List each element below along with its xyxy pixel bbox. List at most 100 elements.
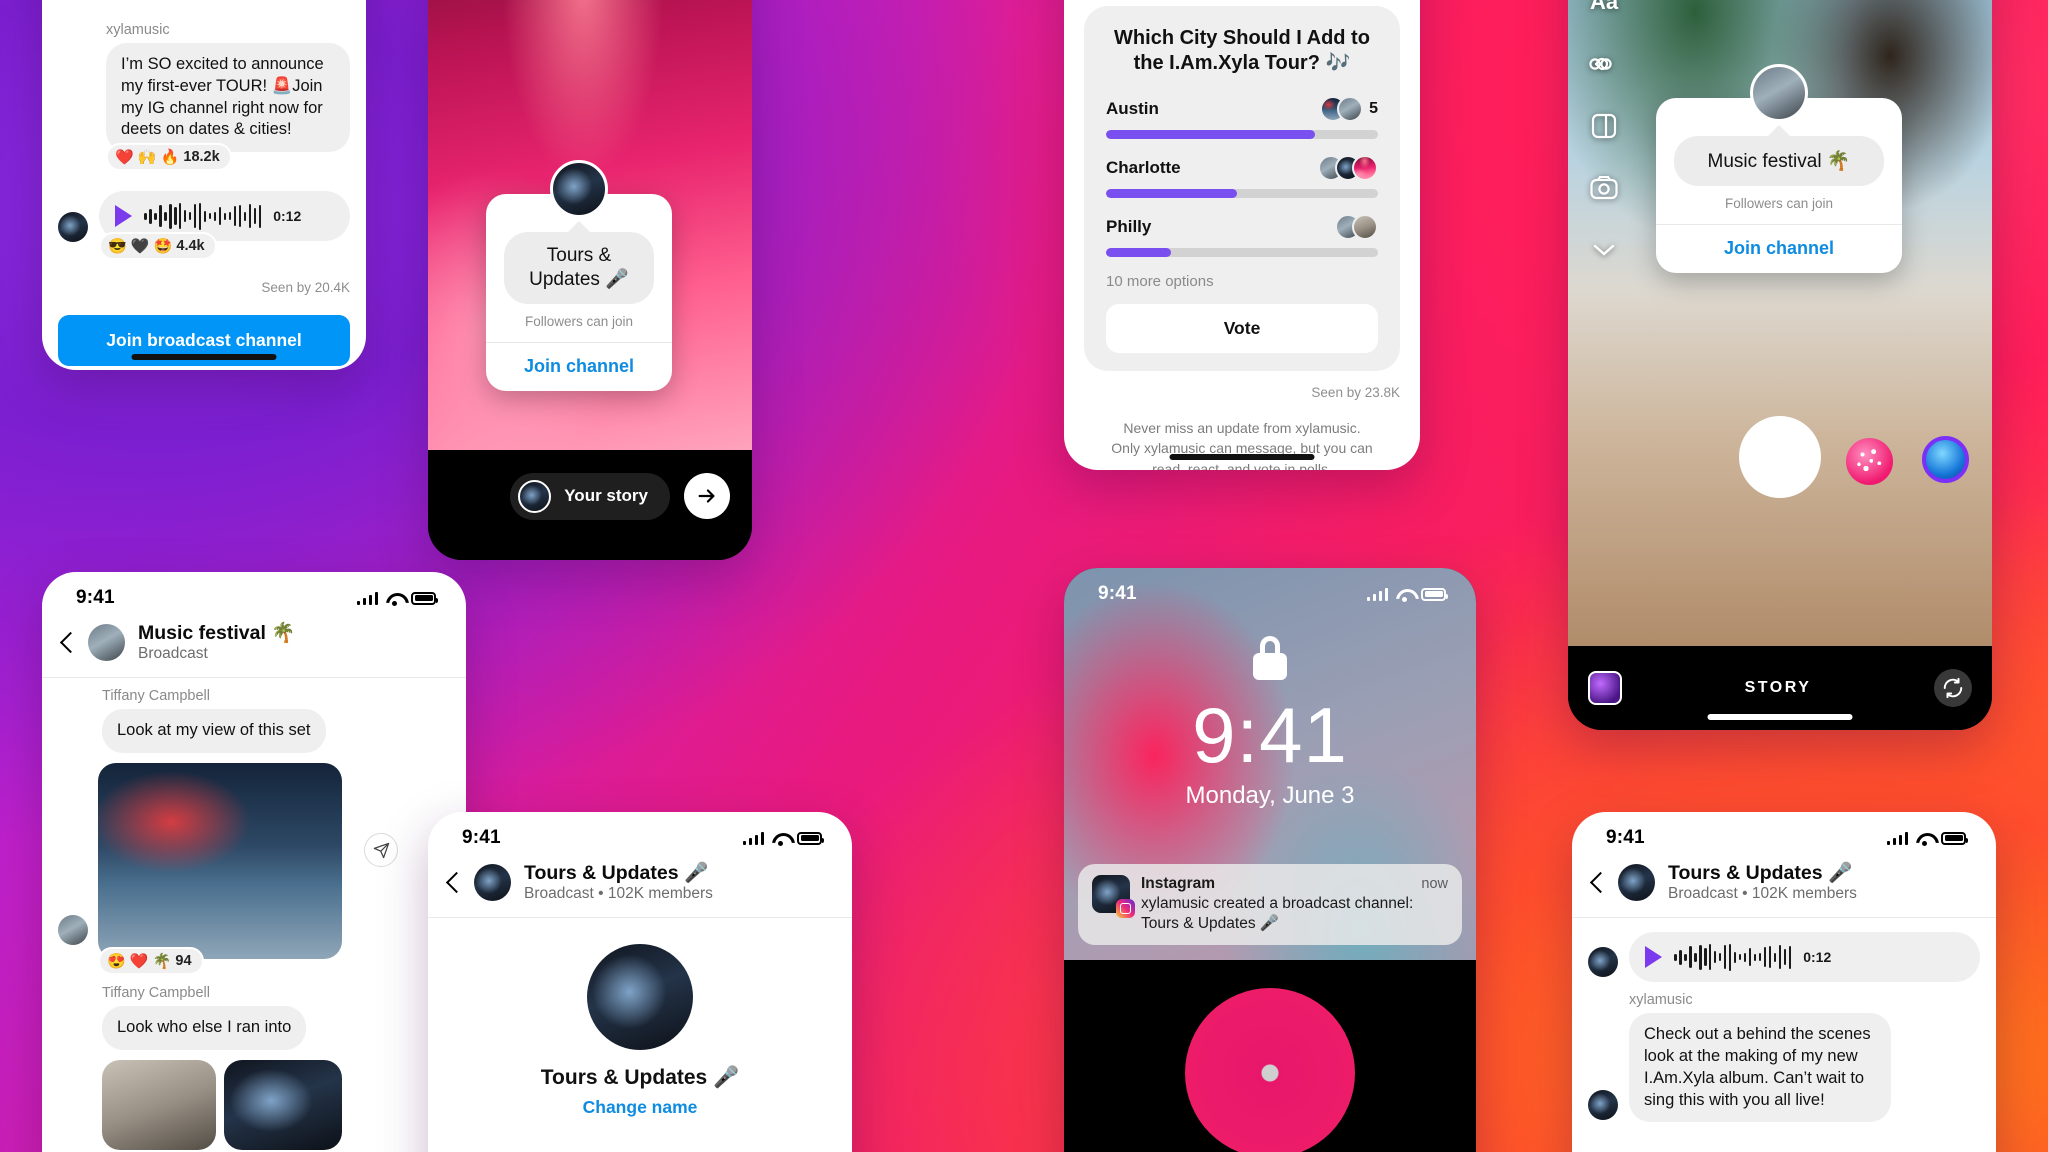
- join-channel-button[interactable]: Join channel: [1656, 224, 1902, 273]
- channel-avatar: [550, 160, 608, 218]
- camera-roll-thumbnail[interactable]: [1588, 671, 1622, 705]
- profile-name: Tours & Updates 🎤: [540, 1066, 740, 1090]
- reaction-pill[interactable]: 😍 ❤️ 🌴 94: [98, 947, 204, 976]
- join-channel-sticker[interactable]: Music festival 🌴 Followers can join Join…: [1656, 64, 1902, 273]
- wifi-icon: [772, 832, 789, 846]
- panel-tours-chat: 9:41 Tours & Updates 🎤 Broadcast • 102K …: [1572, 812, 1996, 1152]
- channel-avatar[interactable]: [88, 624, 125, 662]
- photo-message[interactable]: [98, 763, 342, 960]
- change-name-link[interactable]: Change name: [428, 1097, 852, 1118]
- chat-subtitle: Broadcast • 102K members: [1668, 885, 1857, 902]
- cellular-signal-icon: [1886, 831, 1908, 845]
- channel-name-pill: Tours & Updates 🎤: [504, 232, 654, 304]
- poll-option[interactable]: Philly: [1106, 214, 1378, 257]
- panel-music-festival-chat: 9:41 Music festival 🌴 Broadcast Tiffany …: [42, 572, 466, 1152]
- poll-option[interactable]: Charlotte: [1106, 155, 1378, 198]
- status-time: 9:41: [1606, 827, 1645, 848]
- message-sender: xylamusic: [106, 22, 170, 38]
- channel-avatar[interactable]: [1618, 864, 1655, 902]
- wifi-icon: [386, 592, 403, 606]
- camera-tool-rail: Aa: [1588, 0, 1620, 266]
- collage-canvas: xylamusic I’m SO excited to announce my …: [0, 0, 2048, 1152]
- poll-option-count: 5: [1369, 100, 1378, 117]
- reaction-pill[interactable]: ❤️ 🙌 🔥 18.2k: [106, 143, 232, 172]
- more-tools-icon[interactable]: [1588, 234, 1620, 266]
- chat-header: Music festival 🌴 Broadcast: [42, 614, 466, 679]
- play-icon[interactable]: [115, 205, 132, 228]
- effect-lens-option-selected[interactable]: [1922, 436, 1969, 483]
- battery-icon: [1941, 831, 1968, 845]
- text-tool-icon[interactable]: Aa: [1588, 0, 1620, 18]
- camera-flip-icon[interactable]: [1933, 669, 1972, 707]
- poll-more-options[interactable]: 10 more options: [1106, 273, 1378, 290]
- status-time: 9:41: [462, 827, 501, 848]
- battery-icon: [411, 591, 438, 605]
- reaction-count: 18.2k: [183, 149, 220, 166]
- chat-subtitle: Broadcast: [138, 645, 208, 662]
- status-bar: 9:41: [1572, 812, 1996, 854]
- notification-app-icon: [1092, 875, 1135, 918]
- back-button[interactable]: [60, 632, 73, 654]
- channel-avatar[interactable]: [474, 864, 511, 902]
- notification-message: xylamusic created a broadcast channel: T…: [1141, 895, 1414, 933]
- infinity-loop-icon[interactable]: [1588, 48, 1620, 80]
- status-bar: 9:41: [42, 572, 466, 614]
- your-story-button[interactable]: Your story: [510, 472, 670, 520]
- back-button[interactable]: [1590, 872, 1603, 894]
- reaction-count: 94: [175, 953, 192, 970]
- arrow-right-icon: [698, 489, 715, 503]
- instagram-badge-icon: [1116, 899, 1135, 918]
- seen-by-label: Seen by 23.8K: [1311, 385, 1400, 400]
- voice-note[interactable]: 0:12: [1629, 932, 1980, 983]
- story-footer: Your story: [428, 450, 752, 560]
- battery-icon: [797, 831, 824, 845]
- vote-button[interactable]: Vote: [1106, 304, 1378, 353]
- message-bubble: Check out a behind the scenes look at th…: [1629, 1013, 1891, 1123]
- channel-subtitle: Followers can join: [524, 314, 634, 329]
- chat-header: Tours & Updates 🎤 Broadcast • 102K membe…: [428, 854, 852, 919]
- photo-message[interactable]: [102, 1059, 216, 1150]
- back-button[interactable]: [446, 872, 459, 894]
- send-story-button[interactable]: [684, 473, 730, 519]
- camera-mode-label[interactable]: STORY: [1745, 679, 1812, 697]
- avatar: [1588, 1090, 1618, 1121]
- voice-duration: 0:12: [273, 208, 302, 225]
- avatar: [58, 212, 88, 243]
- avatar: [58, 915, 88, 946]
- channel-avatar: [1750, 64, 1808, 122]
- shutter-button[interactable]: [1739, 416, 1821, 498]
- lock-notification[interactable]: Instagram now xylamusic created a broadc…: [1078, 864, 1462, 946]
- poll-option-bar: [1106, 130, 1378, 139]
- chat-header: Tours & Updates 🎤 Broadcast • 102K membe…: [1572, 854, 1996, 919]
- poll-option-bar: [1106, 248, 1378, 257]
- panel-camera: Aa Music festival 🌴 Followers can join J…: [1568, 0, 1992, 730]
- poll-option-label: Philly: [1106, 217, 1152, 236]
- notification-app-name: Instagram: [1141, 875, 1216, 892]
- waveform: [1674, 943, 1792, 971]
- effect-lens-option[interactable]: [1846, 438, 1893, 485]
- profile-avatar[interactable]: [587, 944, 693, 1051]
- channel-subtitle: Followers can join: [1724, 196, 1834, 211]
- wifi-icon: [1396, 588, 1413, 602]
- join-channel-button[interactable]: Join channel: [486, 342, 672, 391]
- voice-duration: 0:12: [1803, 949, 1832, 966]
- join-channel-sticker[interactable]: Tours & Updates 🎤 Followers can join Joi…: [486, 160, 672, 391]
- panel-poll: Which City Should I Add to the I.Am.Xyla…: [1064, 0, 1420, 470]
- chat-title: Tours & Updates 🎤: [1668, 862, 1853, 884]
- message-sender: Tiffany Campbell: [102, 985, 210, 1002]
- poll-option-fill: [1106, 248, 1172, 257]
- layout-tool-icon[interactable]: [1588, 110, 1620, 142]
- status-time: 9:41: [1098, 583, 1137, 604]
- poll-option[interactable]: Austin 5: [1106, 96, 1378, 139]
- home-indicator: [131, 354, 277, 360]
- chat-title: Tours & Updates 🎤: [524, 862, 709, 884]
- share-message-button[interactable]: [364, 833, 398, 868]
- play-icon[interactable]: [1645, 946, 1662, 969]
- photo-message[interactable]: [224, 1059, 342, 1150]
- notification-timestamp: now: [1421, 876, 1448, 892]
- reaction-pill[interactable]: 😎 🖤 🤩 4.4k: [99, 232, 217, 261]
- voter-avatars: [1335, 214, 1378, 240]
- panel-lock-screen: 9:41 9:41 Monday, June 3 Instagram now x…: [1064, 568, 1476, 1152]
- effects-camera-icon[interactable]: [1588, 172, 1620, 204]
- reaction-count: 4.4k: [176, 238, 205, 255]
